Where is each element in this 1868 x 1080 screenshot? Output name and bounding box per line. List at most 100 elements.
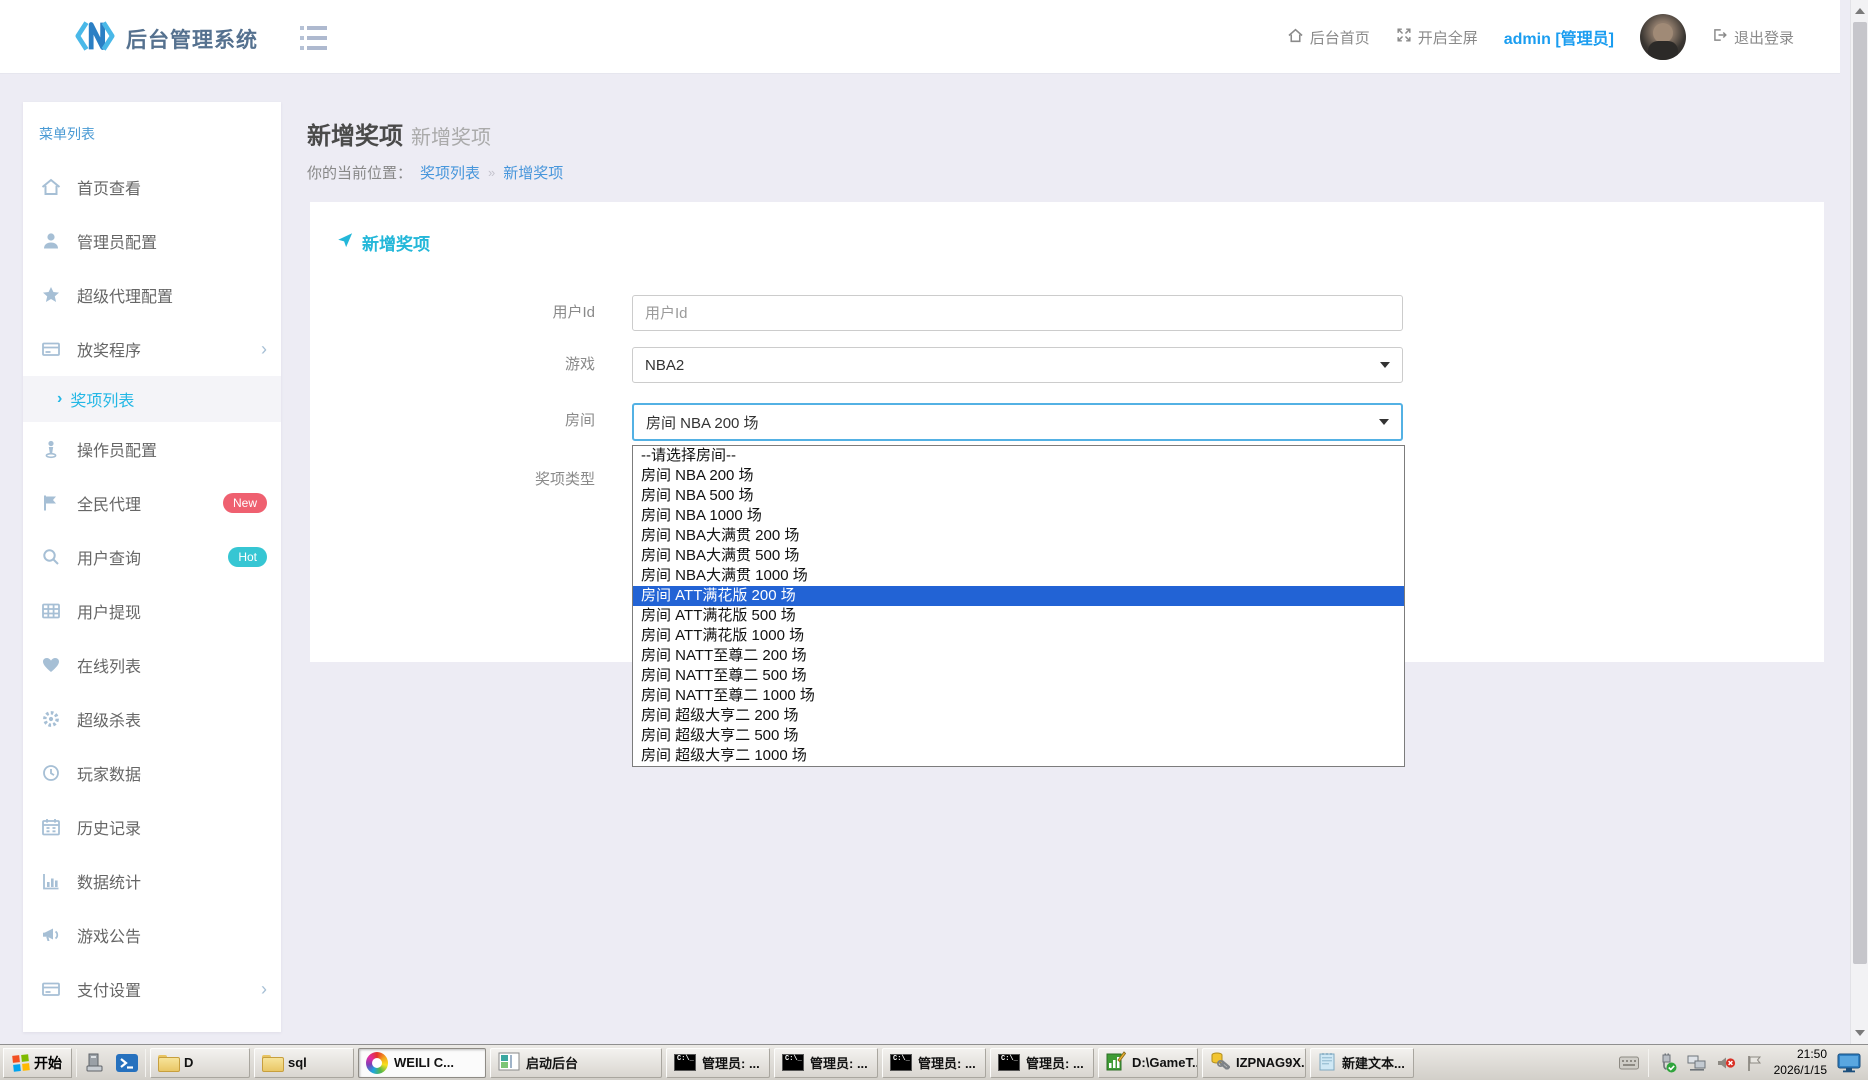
room-option[interactable]: 房间 NBA 500 场 — [633, 486, 1404, 506]
fullscreen-icon — [1396, 27, 1412, 47]
sidebar-item-user-query[interactable]: 用户查询 Hot — [23, 530, 281, 584]
windows-logo-icon — [12, 1054, 30, 1072]
room-option-highlighted[interactable]: 房间 ATT满花版 200 场 — [633, 586, 1404, 606]
megaphone-icon — [39, 924, 63, 946]
logout-icon — [1712, 27, 1728, 47]
usb-device-icon[interactable] — [1658, 1053, 1678, 1073]
show-desktop-icon[interactable] — [1836, 1052, 1862, 1074]
quicklaunch-powershell-icon[interactable] — [113, 1049, 141, 1077]
panel-title: 新增奖项 — [336, 230, 430, 255]
taskbar-button-launch-backend[interactable]: 启动后台 — [490, 1048, 662, 1078]
browser-scrollbar[interactable] — [1850, 0, 1868, 1044]
game-select[interactable]: NBA2 — [632, 347, 1403, 383]
room-option[interactable]: 房间 超级大亨二 500 场 — [633, 726, 1404, 746]
sidebar-item-super-agent-config[interactable]: 超级代理配置 — [23, 268, 281, 322]
room-option[interactable]: 房间 NBA 1000 场 — [633, 506, 1404, 526]
taskbar-button-folder-sql[interactable]: sql — [254, 1048, 354, 1078]
sidebar-subitem-prize-list[interactable]: › 奖项列表 — [23, 376, 281, 422]
scroll-up-arrow[interactable] — [1851, 2, 1868, 20]
sidebar-item-payment-settings[interactable]: 支付设置 › — [23, 962, 281, 1016]
taskbar-separator — [76, 1049, 77, 1077]
avatar[interactable] — [1640, 14, 1686, 60]
start-label: 开始 — [34, 1053, 62, 1073]
game-label: 游戏 — [310, 347, 595, 383]
room-option[interactable]: 房间 NATT至尊二 1000 场 — [633, 686, 1404, 706]
taskbar-button-folder-d[interactable]: D — [150, 1048, 250, 1078]
breadcrumb-link-prize-list[interactable]: 奖项列表 — [420, 162, 480, 183]
taskbar-button-gamet[interactable]: D:\GameT... — [1098, 1048, 1198, 1078]
action-center-flag-icon[interactable] — [1745, 1053, 1765, 1073]
taskbar-button-label: 管理员: ... — [918, 1053, 976, 1072]
taskbar-button-new-text[interactable]: 新建文本... — [1310, 1048, 1414, 1078]
sidebar-item-player-data[interactable]: 玩家数据 — [23, 746, 281, 800]
room-option[interactable]: 房间 NBA大满贯 1000 场 — [633, 566, 1404, 586]
taskbar-button-izpnag[interactable]: IZPNAG9X... — [1202, 1048, 1306, 1078]
nav-fullscreen-link[interactable]: 开启全屏 — [1396, 27, 1478, 48]
tray-clock[interactable]: 21:50 2026/1/15 — [1774, 1047, 1827, 1078]
volume-muted-icon[interactable] — [1716, 1053, 1736, 1073]
room-option[interactable]: 房间 超级大亨二 1000 场 — [633, 746, 1404, 766]
room-option[interactable]: 房间 ATT满花版 500 场 — [633, 606, 1404, 626]
room-select[interactable]: 房间 NBA 200 场 — [632, 403, 1403, 441]
menu-list-icon[interactable] — [300, 26, 330, 50]
room-option[interactable]: 房间 NBA大满贯 200 场 — [633, 526, 1404, 546]
bar — [300, 36, 330, 40]
sidebar-item-label: 超级代理配置 — [77, 283, 173, 307]
keyboard-icon[interactable] — [1619, 1053, 1639, 1073]
room-option[interactable]: 房间 NATT至尊二 500 场 — [633, 666, 1404, 686]
nav-user-label[interactable]: admin [管理员] — [1504, 25, 1614, 49]
sidebar-item-statistics[interactable]: 数据统计 — [23, 854, 281, 908]
taskbar-button-cmd-admin-4[interactable]: C:\_ 管理员: ... — [990, 1048, 1094, 1078]
sidebar-item-game-announcement[interactable]: 游戏公告 — [23, 908, 281, 962]
card-icon — [39, 978, 63, 1000]
room-option[interactable]: 房间 NBA大满贯 500 场 — [633, 546, 1404, 566]
start-button[interactable]: 开始 — [3, 1048, 72, 1078]
page-subtitle: 新增奖项 — [411, 127, 491, 149]
chart-pencil-icon — [1106, 1051, 1126, 1074]
sidebar-item-online-list[interactable]: 在线列表 — [23, 638, 281, 692]
taskbar-separator — [1648, 1049, 1649, 1077]
sidebar-item-operator-config[interactable]: 操作员配置 — [23, 422, 281, 476]
folder-icon — [158, 1055, 178, 1070]
app-logo: 后台管理系统 — [74, 16, 258, 61]
sidebar-item-prize-program[interactable]: 放奖程序 › — [23, 322, 281, 376]
sidebar-item-label: 在线列表 — [77, 653, 141, 677]
calendar-icon — [39, 816, 63, 838]
sidebar: 菜单列表 首页查看 管理员配置 超级代理配置 放奖程序 › › 奖项列表 操作员… — [23, 102, 281, 1032]
room-option[interactable]: --请选择房间-- — [633, 446, 1404, 466]
taskbar-button-cmd-admin-2[interactable]: C:\_ 管理员: ... — [774, 1048, 878, 1078]
network-icon[interactable] — [1687, 1053, 1707, 1073]
taskbar-button-cmd-admin-1[interactable]: C:\_ 管理员: ... — [666, 1048, 770, 1078]
user-id-input[interactable] — [632, 295, 1403, 331]
sidebar-item-label: 全民代理 — [77, 491, 141, 515]
scrollbar-thumb[interactable] — [1853, 22, 1867, 964]
sidebar-item-admin-config[interactable]: 管理员配置 — [23, 214, 281, 268]
star-icon — [39, 284, 63, 306]
sidebar-item-super-kill[interactable]: 超级杀表 — [23, 692, 281, 746]
quicklaunch-device-icon[interactable] — [81, 1049, 109, 1077]
taskbar-button-cmd-admin-3[interactable]: C:\_ 管理员: ... — [882, 1048, 986, 1078]
sidebar-item-national-agent[interactable]: 全民代理 New — [23, 476, 281, 530]
taskbar-button-weili[interactable]: WEILI C... — [358, 1048, 486, 1078]
taskbar-button-label: 启动后台 — [526, 1053, 578, 1072]
page-title-text: 新增奖项 — [307, 123, 403, 150]
nav-logout-link[interactable]: 退出登录 — [1712, 27, 1794, 48]
color-ring-icon — [366, 1052, 388, 1074]
taskbar-button-label: sql — [288, 1055, 307, 1070]
taskbar-button-label: 管理员: ... — [1026, 1053, 1084, 1072]
user-icon — [39, 230, 63, 252]
breadcrumb-link-add-prize[interactable]: 新增奖项 — [503, 162, 563, 183]
sidebar-item-user-withdraw[interactable]: 用户提现 — [23, 584, 281, 638]
sidebar-item-history[interactable]: 历史记录 — [23, 800, 281, 854]
room-option[interactable]: 房间 NBA 200 场 — [633, 466, 1404, 486]
room-option[interactable]: 房间 NATT至尊二 200 场 — [633, 646, 1404, 666]
folder-icon — [262, 1055, 282, 1070]
sidebar-item-home[interactable]: 首页查看 — [23, 160, 281, 214]
room-option[interactable]: 房间 ATT满花版 1000 场 — [633, 626, 1404, 646]
nav-home-link[interactable]: 后台首页 — [1287, 27, 1370, 48]
top-navbar: 后台管理系统 后台首页 开启全屏 admin [管理员] — [0, 0, 1840, 74]
room-option[interactable]: 房间 超级大亨二 200 场 — [633, 706, 1404, 726]
room-dropdown: --请选择房间-- 房间 NBA 200 场 房间 NBA 500 场 房间 N… — [632, 445, 1405, 767]
scroll-down-arrow[interactable] — [1851, 1024, 1868, 1042]
chevron-down-icon — [1380, 362, 1390, 368]
